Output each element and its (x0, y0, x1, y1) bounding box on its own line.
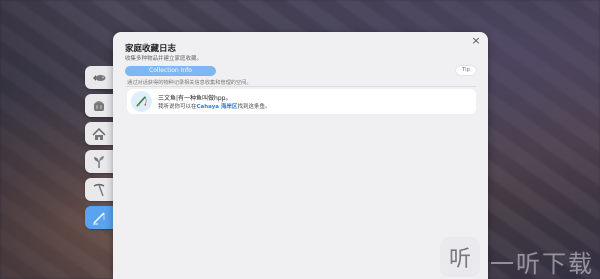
category-tabs (85, 66, 113, 229)
entry-icon (131, 91, 152, 112)
divider (125, 86, 476, 87)
watermark-logo: 听 (440, 237, 480, 277)
bread-icon (94, 100, 104, 111)
category-tab-mining[interactable] (85, 178, 113, 201)
category-tab-home[interactable] (85, 122, 113, 145)
entry-location-highlight: Cahaya 海岸区 (196, 104, 238, 110)
entry-title: 三文鱼|有一种鱼叫做hpp。 (158, 95, 232, 102)
fishing-rod-icon (93, 211, 105, 224)
category-tab-food[interactable] (85, 94, 113, 117)
collection-description: 通过对话获得的物种记录相关信息收集和管理的空间。 (127, 80, 252, 86)
fish-icon (93, 74, 106, 81)
tab-tip[interactable]: Tip (456, 66, 476, 75)
close-button[interactable]: × (470, 35, 482, 47)
house-icon (92, 127, 106, 140)
pickaxe-icon (93, 183, 105, 196)
collection-log-panel: × 家庭收藏日志 收集多种物品并建立家庭收藏。 Collection Info … (113, 32, 488, 279)
fishing-rod-icon (136, 96, 147, 107)
collection-entry[interactable]: 三文鱼|有一种鱼叫做hpp。 我听说你可以在Cahaya 海岸区找到这条鱼。 (127, 89, 476, 114)
entry-location-prefix: 我听说你可以在 (158, 104, 197, 110)
category-tab-plant[interactable] (85, 150, 113, 173)
tab-bar: Collection Info Tip (125, 66, 476, 76)
panel-title: 家庭收藏日志 (125, 44, 177, 54)
watermark-logo-glyph: 听 (448, 247, 471, 272)
entry-location-suffix: 找到这条鱼。 (237, 104, 271, 110)
panel-subtitle: 收集多种物品并建立家庭收藏。 (125, 56, 203, 62)
watermark-text: 一听下载 (490, 250, 594, 278)
sprout-icon (94, 155, 104, 168)
close-icon: × (471, 34, 481, 47)
tab-collection-info[interactable]: Collection Info (125, 66, 216, 76)
category-tab-fish[interactable] (85, 66, 113, 89)
entry-location: 我听说你可以在Cahaya 海岸区找到这条鱼。 (158, 102, 270, 110)
category-tab-fishing[interactable] (85, 206, 113, 229)
